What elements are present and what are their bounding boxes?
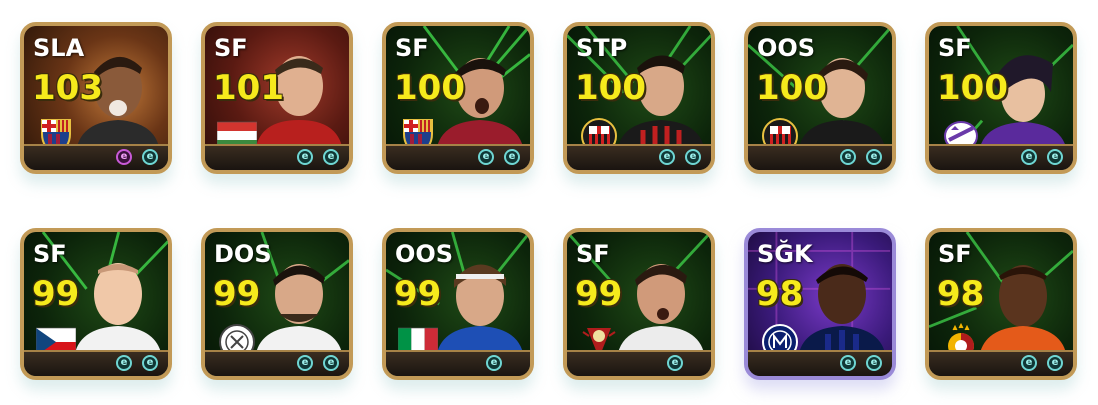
player-position: SF (576, 240, 610, 268)
skill-icon: e (323, 149, 339, 165)
card-skill-bar (567, 350, 711, 376)
skill-icon: e (142, 149, 158, 165)
player-card[interactable]: SLA 103 e e (20, 22, 172, 174)
player-position: OOS (757, 34, 816, 62)
player-rating: 98 (756, 274, 804, 314)
player-card[interactable]: DOS 99 e e (201, 228, 353, 380)
player-rating: 100 (394, 68, 465, 108)
player-position: SF (214, 34, 248, 62)
skill-icon: e (478, 149, 494, 165)
skill-icon: e (1047, 149, 1063, 165)
player-position: SF (33, 240, 67, 268)
skill-icon: e (659, 149, 675, 165)
player-card[interactable]: SF 100 e e (925, 22, 1077, 174)
player-rating: 98 (937, 274, 985, 314)
player-card[interactable]: OOS 100 e e (744, 22, 896, 174)
skill-icon: e (1021, 355, 1037, 371)
skill-icon: e (1047, 355, 1063, 371)
player-rating: 99 (213, 274, 261, 314)
skill-icon: e (116, 149, 132, 165)
player-card[interactable]: STP 100 e e (563, 22, 715, 174)
player-photo (74, 263, 162, 358)
player-position: OOS (395, 240, 454, 268)
player-rating: 100 (937, 68, 1008, 108)
player-rating: 99 (575, 274, 623, 314)
card-skill-bar (386, 350, 530, 376)
player-card[interactable]: SF 100 e e (382, 22, 534, 174)
player-position: SLA (33, 34, 85, 62)
player-card-grid: SLA 103 e e SF 101 e e SF 100 e e STP 10… (0, 0, 1098, 405)
player-card[interactable]: OOS 99 e (382, 228, 534, 380)
player-card[interactable]: SF 99 e (563, 228, 715, 380)
player-position: SF (395, 34, 429, 62)
skill-icon: e (297, 149, 313, 165)
player-card[interactable]: SF 98 e e (925, 228, 1077, 380)
player-photo (617, 264, 705, 358)
skill-icon: e (323, 355, 339, 371)
skill-icon: e (866, 355, 882, 371)
skill-icon: e (685, 149, 701, 165)
skill-icon: e (1021, 149, 1037, 165)
skill-icon: e (504, 149, 520, 165)
skill-icon: e (840, 355, 856, 371)
player-position: STP (576, 34, 628, 62)
player-card[interactable]: SĞK 98 e e (744, 228, 896, 380)
player-rating: 99 (394, 274, 442, 314)
skill-icon: e (116, 355, 132, 371)
player-rating: 99 (32, 274, 80, 314)
player-rating: 100 (756, 68, 827, 108)
skill-icon: e (866, 149, 882, 165)
player-rating: 100 (575, 68, 646, 108)
skill-icon: e (486, 355, 502, 371)
player-position: SF (938, 34, 972, 62)
player-position: SF (938, 240, 972, 268)
player-photo (979, 265, 1067, 358)
player-rating: 101 (213, 68, 284, 108)
player-card[interactable]: SF 99 e e (20, 228, 172, 380)
player-card[interactable]: SF 101 e e (201, 22, 353, 174)
skill-icon: e (840, 149, 856, 165)
player-position: DOS (214, 240, 272, 268)
player-position: SĞK (757, 240, 813, 268)
skill-icon: e (297, 355, 313, 371)
skill-icon: e (667, 355, 683, 371)
player-rating: 103 (32, 68, 103, 108)
skill-icon: e (142, 355, 158, 371)
